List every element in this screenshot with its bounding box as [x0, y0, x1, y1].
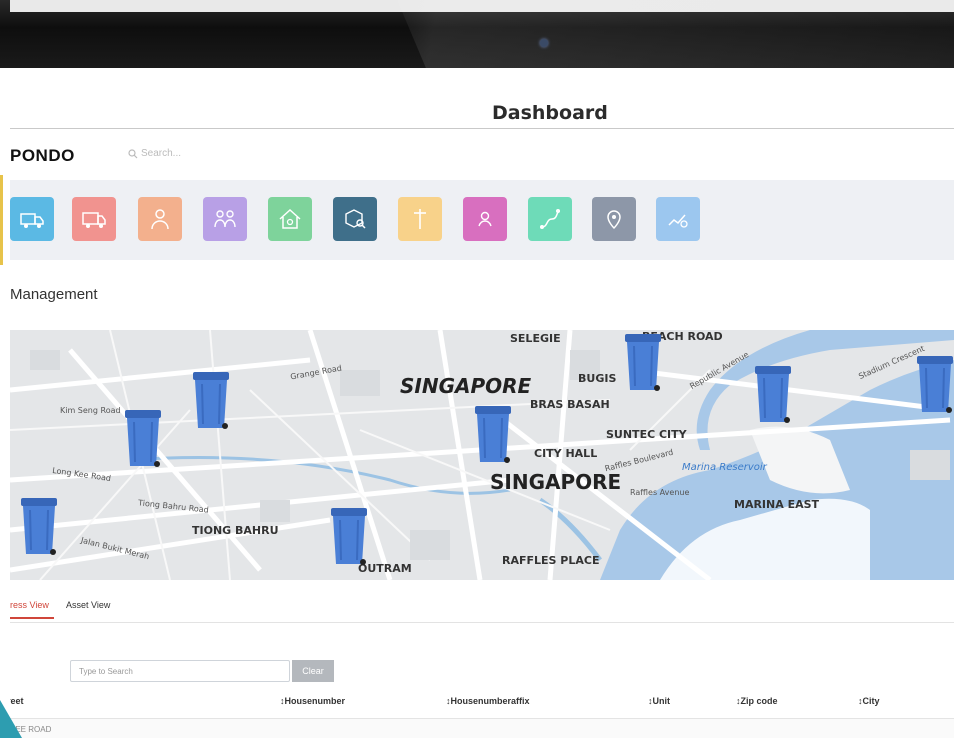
- tile-truck-cargo[interactable]: [10, 197, 54, 241]
- delivery-truck-icon: [82, 212, 106, 228]
- yellow-side-mark: [0, 175, 3, 265]
- camera-icon: [540, 39, 548, 47]
- column-header-zip-code[interactable]: ↕Zip code: [736, 696, 778, 706]
- box-search-icon: [345, 209, 366, 229]
- tile-box-search[interactable]: [333, 197, 377, 241]
- bin-marker[interactable]: [622, 332, 664, 394]
- map-label-suntec-city: SUNTEC CITY: [606, 428, 687, 441]
- tile-map-pin[interactable]: [592, 197, 636, 241]
- map-view[interactable]: SELEGIE BEACH ROAD SINGAPORE BUGIS BRAS …: [10, 330, 954, 580]
- tile-user-location[interactable]: [463, 197, 507, 241]
- column-header-housenumberaffix[interactable]: ↕Housenumberaffix: [446, 696, 530, 706]
- worker-icon: [151, 209, 169, 230]
- truck-cargo-icon: [20, 213, 44, 228]
- column-header-housenumber[interactable]: ↕Housenumber: [280, 696, 345, 706]
- bin-marker[interactable]: [472, 404, 514, 466]
- tile-chart-settings[interactable]: [656, 197, 700, 241]
- corner-accent: [0, 700, 22, 738]
- tile-home[interactable]: [268, 197, 312, 241]
- active-tab-indicator: [10, 617, 54, 619]
- team-icon: [214, 210, 236, 228]
- map-label-marina-reservoir: Marina Reservoir: [682, 462, 767, 473]
- tile-route[interactable]: [528, 197, 572, 241]
- module-toolbar: [10, 180, 954, 260]
- search-box[interactable]: Search...: [128, 148, 181, 159]
- map-label-raffles-place: RAFFLES PLACE: [502, 554, 600, 567]
- table-search-input[interactable]: Type to Search: [70, 660, 290, 682]
- clear-button[interactable]: Clear: [292, 660, 334, 682]
- column-header-unit[interactable]: ↕Unit: [648, 696, 670, 706]
- map-pin-icon: [607, 210, 621, 230]
- brand-logo: PONDO: [10, 146, 75, 165]
- tile-delivery-truck[interactable]: [72, 197, 116, 241]
- map-label-raffles-avenue: Raffles Avenue: [630, 488, 690, 497]
- app-screen: Dashboard PONDO Search... Management SEL…: [10, 68, 954, 738]
- search-placeholder: Search...: [141, 148, 182, 159]
- route-icon: [540, 209, 561, 229]
- bin-marker[interactable]: [18, 496, 60, 558]
- page-title: Dashboard: [492, 102, 608, 124]
- bin-marker[interactable]: [914, 354, 954, 416]
- search-icon: [128, 148, 138, 158]
- view-tabs: Address View Asset View: [10, 596, 954, 623]
- bezel-highlight: [397, 0, 954, 68]
- bin-marker[interactable]: [328, 506, 370, 568]
- section-title: Management: [10, 286, 98, 303]
- bin-marker[interactable]: [190, 370, 232, 432]
- pole-icon: [414, 209, 426, 229]
- table-row[interactable]: KEE ROAD: [10, 718, 954, 738]
- bin-marker[interactable]: [752, 364, 794, 426]
- device-bezel: [0, 0, 954, 68]
- map-label-bras-basah: BRAS BASAH: [530, 398, 610, 411]
- map-label-singapore-center: SINGAPORE: [490, 470, 622, 494]
- map-label-singapore-top: SINGAPORE: [400, 374, 532, 398]
- home-icon: [279, 208, 301, 229]
- bin-marker[interactable]: [122, 408, 164, 470]
- tile-team[interactable]: [203, 197, 247, 241]
- title-divider: [10, 128, 954, 129]
- map-label-bugis: BUGIS: [578, 372, 617, 385]
- map-label-selegie: SELEGIE: [510, 332, 561, 345]
- map-label-city-hall: CITY HALL: [534, 447, 598, 460]
- map-label-marina-east: MARINA EAST: [734, 498, 820, 511]
- tab-asset-view[interactable]: Asset View: [66, 600, 110, 610]
- tile-pole[interactable]: [398, 197, 442, 241]
- map-label-tiong-bahru: TIONG BAHRU: [192, 524, 279, 537]
- user-location-icon: [478, 211, 492, 227]
- tile-worker[interactable]: [138, 197, 182, 241]
- tab-address-view[interactable]: Address View: [10, 600, 49, 610]
- chart-settings-icon: [668, 214, 688, 228]
- map-label-kim-seng-road: Kim Seng Road: [60, 406, 121, 415]
- column-header-city[interactable]: ↕City: [858, 696, 880, 706]
